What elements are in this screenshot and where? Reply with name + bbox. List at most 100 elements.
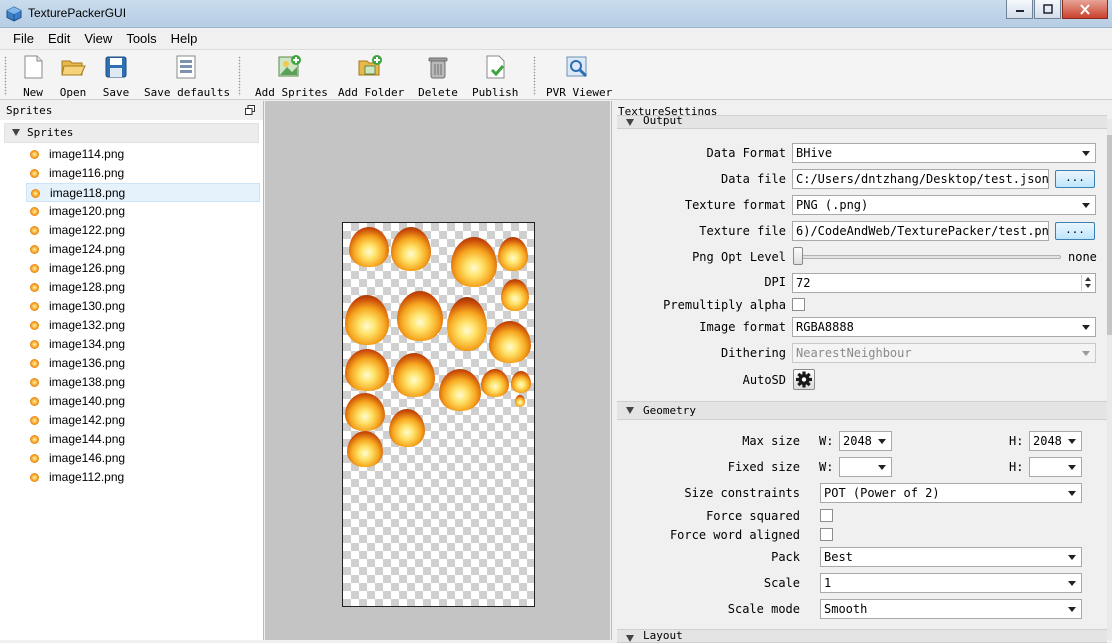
open-button[interactable]: Open — [58, 54, 88, 99]
save-defaults-button[interactable]: Save defaults — [144, 54, 230, 99]
sprite-filename: image140.png — [49, 394, 126, 408]
menu-file[interactable]: File — [6, 31, 41, 46]
fire-sprite-thumbnail-icon — [30, 378, 39, 387]
sprite-list-item[interactable]: image128.png — [26, 278, 260, 297]
sprite-list-item[interactable]: image134.png — [26, 335, 260, 354]
menu-help[interactable]: Help — [164, 31, 205, 46]
sprite-list-item[interactable]: image142.png — [26, 411, 260, 430]
fire-sprite — [393, 353, 435, 397]
new-button[interactable]: New — [18, 54, 48, 99]
save-button[interactable]: Save — [101, 54, 131, 99]
scale-mode-select[interactable]: Smooth — [820, 599, 1082, 619]
fixed-height-select[interactable] — [1029, 457, 1082, 477]
dpi-spin-buttons[interactable] — [1081, 275, 1094, 291]
sprite-list-item[interactable]: image120.png — [26, 202, 260, 221]
dropdown-arrow-icon — [1068, 555, 1076, 560]
sprite-list-item[interactable]: image138.png — [26, 373, 260, 392]
texture-file-browse-button[interactable]: ... — [1055, 222, 1095, 240]
force-squared-checkbox[interactable] — [820, 509, 833, 522]
force-word-aligned-checkbox[interactable] — [820, 528, 833, 541]
png-opt-level-value: none — [1068, 250, 1097, 264]
gear-icon — [796, 371, 812, 388]
add-folder-button[interactable]: Add Folder — [338, 54, 404, 99]
dropdown-arrow-icon — [1068, 607, 1076, 612]
max-width-select[interactable]: 2048 — [839, 431, 892, 451]
collapse-arrow-icon[interactable] — [626, 407, 634, 414]
dropdown-arrow-icon — [878, 465, 886, 470]
data-file-input[interactable]: C:/Users/dntzhang/Desktop/test.json — [792, 169, 1049, 189]
size-constraints-select[interactable]: POT (Power of 2) — [820, 483, 1082, 503]
sprite-list-item[interactable]: image118.png — [26, 183, 260, 202]
menu-view[interactable]: View — [77, 31, 119, 46]
premultiply-alpha-label: Premultiply alpha — [663, 298, 786, 312]
sprite-list-item[interactable]: image126.png — [26, 259, 260, 278]
spin-down-icon[interactable] — [1085, 284, 1091, 288]
sprite-list-item[interactable]: image116.png — [26, 164, 260, 183]
layout-section-header[interactable]: Layout — [617, 629, 1107, 643]
pack-select[interactable]: Best — [820, 547, 1082, 567]
sprite-list-item[interactable]: image140.png — [26, 392, 260, 411]
sprite-list-item[interactable]: image114.png — [26, 145, 260, 164]
output-section-header[interactable]: Output — [617, 115, 1107, 129]
collapse-arrow-icon[interactable] — [626, 119, 634, 126]
add-sprites-button[interactable]: Add Sprites — [255, 54, 328, 99]
sprite-list-item[interactable]: image144.png — [26, 430, 260, 449]
spin-up-icon[interactable] — [1085, 277, 1091, 281]
autosd-label: AutoSD — [742, 373, 786, 387]
sprite-list-item[interactable]: image124.png — [26, 240, 260, 259]
scale-select[interactable]: 1 — [820, 573, 1082, 593]
float-panel-icon[interactable] — [245, 105, 255, 115]
publish-button[interactable]: Publish — [472, 54, 518, 99]
toolbar-grip-3[interactable] — [533, 56, 536, 96]
settings-scrollbar[interactable] — [1107, 119, 1112, 640]
sprites-tree-root[interactable]: Sprites — [4, 123, 259, 143]
texture-file-value: 6)/CodeAndWeb/TexturePacker/test.png — [796, 224, 1049, 238]
close-button[interactable] — [1062, 0, 1108, 19]
dropdown-arrow-icon — [1068, 439, 1076, 444]
minimize-button[interactable] — [1006, 0, 1033, 19]
settings-scrollbar-thumb[interactable] — [1107, 135, 1112, 335]
premultiply-alpha-checkbox[interactable] — [792, 298, 805, 311]
sprite-list-item[interactable]: image130.png — [26, 297, 260, 316]
texture-format-select[interactable]: PNG (.png) — [792, 195, 1096, 215]
trash-can-icon — [428, 57, 448, 79]
menu-tools[interactable]: Tools — [119, 31, 163, 46]
fire-sprite — [389, 409, 425, 447]
fire-sprite — [447, 297, 487, 351]
data-format-select[interactable]: BHive — [792, 143, 1096, 163]
texture-file-input[interactable]: 6)/CodeAndWeb/TexturePacker/test.png — [792, 221, 1049, 241]
fire-sprite-thumbnail-icon — [30, 454, 39, 463]
fixed-width-select[interactable] — [839, 457, 892, 477]
collapse-arrow-icon[interactable] — [12, 129, 20, 136]
pvr-viewer-button[interactable]: PVR Viewer — [546, 54, 613, 99]
close-icon — [1080, 3, 1090, 15]
sprite-list-item[interactable]: image132.png — [26, 316, 260, 335]
atlas-preview-area[interactable] — [265, 101, 610, 640]
toolbar-grip[interactable] — [4, 56, 7, 96]
autosd-button[interactable] — [793, 369, 815, 390]
sprite-list-item[interactable]: image112.png — [26, 468, 260, 487]
sprite-list-item[interactable]: image136.png — [26, 354, 260, 373]
delete-button[interactable]: Delete — [418, 54, 458, 99]
png-opt-level-slider[interactable] — [795, 255, 1061, 259]
collapse-arrow-icon[interactable] — [626, 635, 634, 642]
texture-file-label: Texture file — [699, 224, 786, 238]
data-file-browse-button[interactable]: ... — [1055, 170, 1095, 188]
dpi-spinbox[interactable]: 72 — [792, 273, 1096, 293]
fire-sprite — [501, 279, 529, 311]
fire-sprite — [511, 371, 531, 393]
sprite-list-item[interactable]: image146.png — [26, 449, 260, 468]
toolbar-grip-2[interactable] — [238, 56, 241, 96]
image-format-select[interactable]: RGBA8888 — [792, 317, 1096, 337]
png-opt-level-slider-handle[interactable] — [793, 247, 803, 265]
sprite-list-item[interactable]: image122.png — [26, 221, 260, 240]
dithering-select[interactable]: NearestNeighbour — [792, 343, 1096, 363]
sprite-filename: image146.png — [49, 451, 126, 465]
sprite-sheet-preview[interactable] — [342, 222, 535, 607]
geometry-section-header[interactable]: Geometry — [617, 401, 1107, 420]
menu-edit[interactable]: Edit — [41, 31, 77, 46]
maximize-button[interactable] — [1034, 0, 1061, 19]
max-height-select[interactable]: 2048 — [1029, 431, 1082, 451]
pvr-viewer-label: PVR Viewer — [546, 86, 613, 99]
texture-settings-panel: TextureSettings Output Data Format BHive… — [611, 101, 1112, 643]
